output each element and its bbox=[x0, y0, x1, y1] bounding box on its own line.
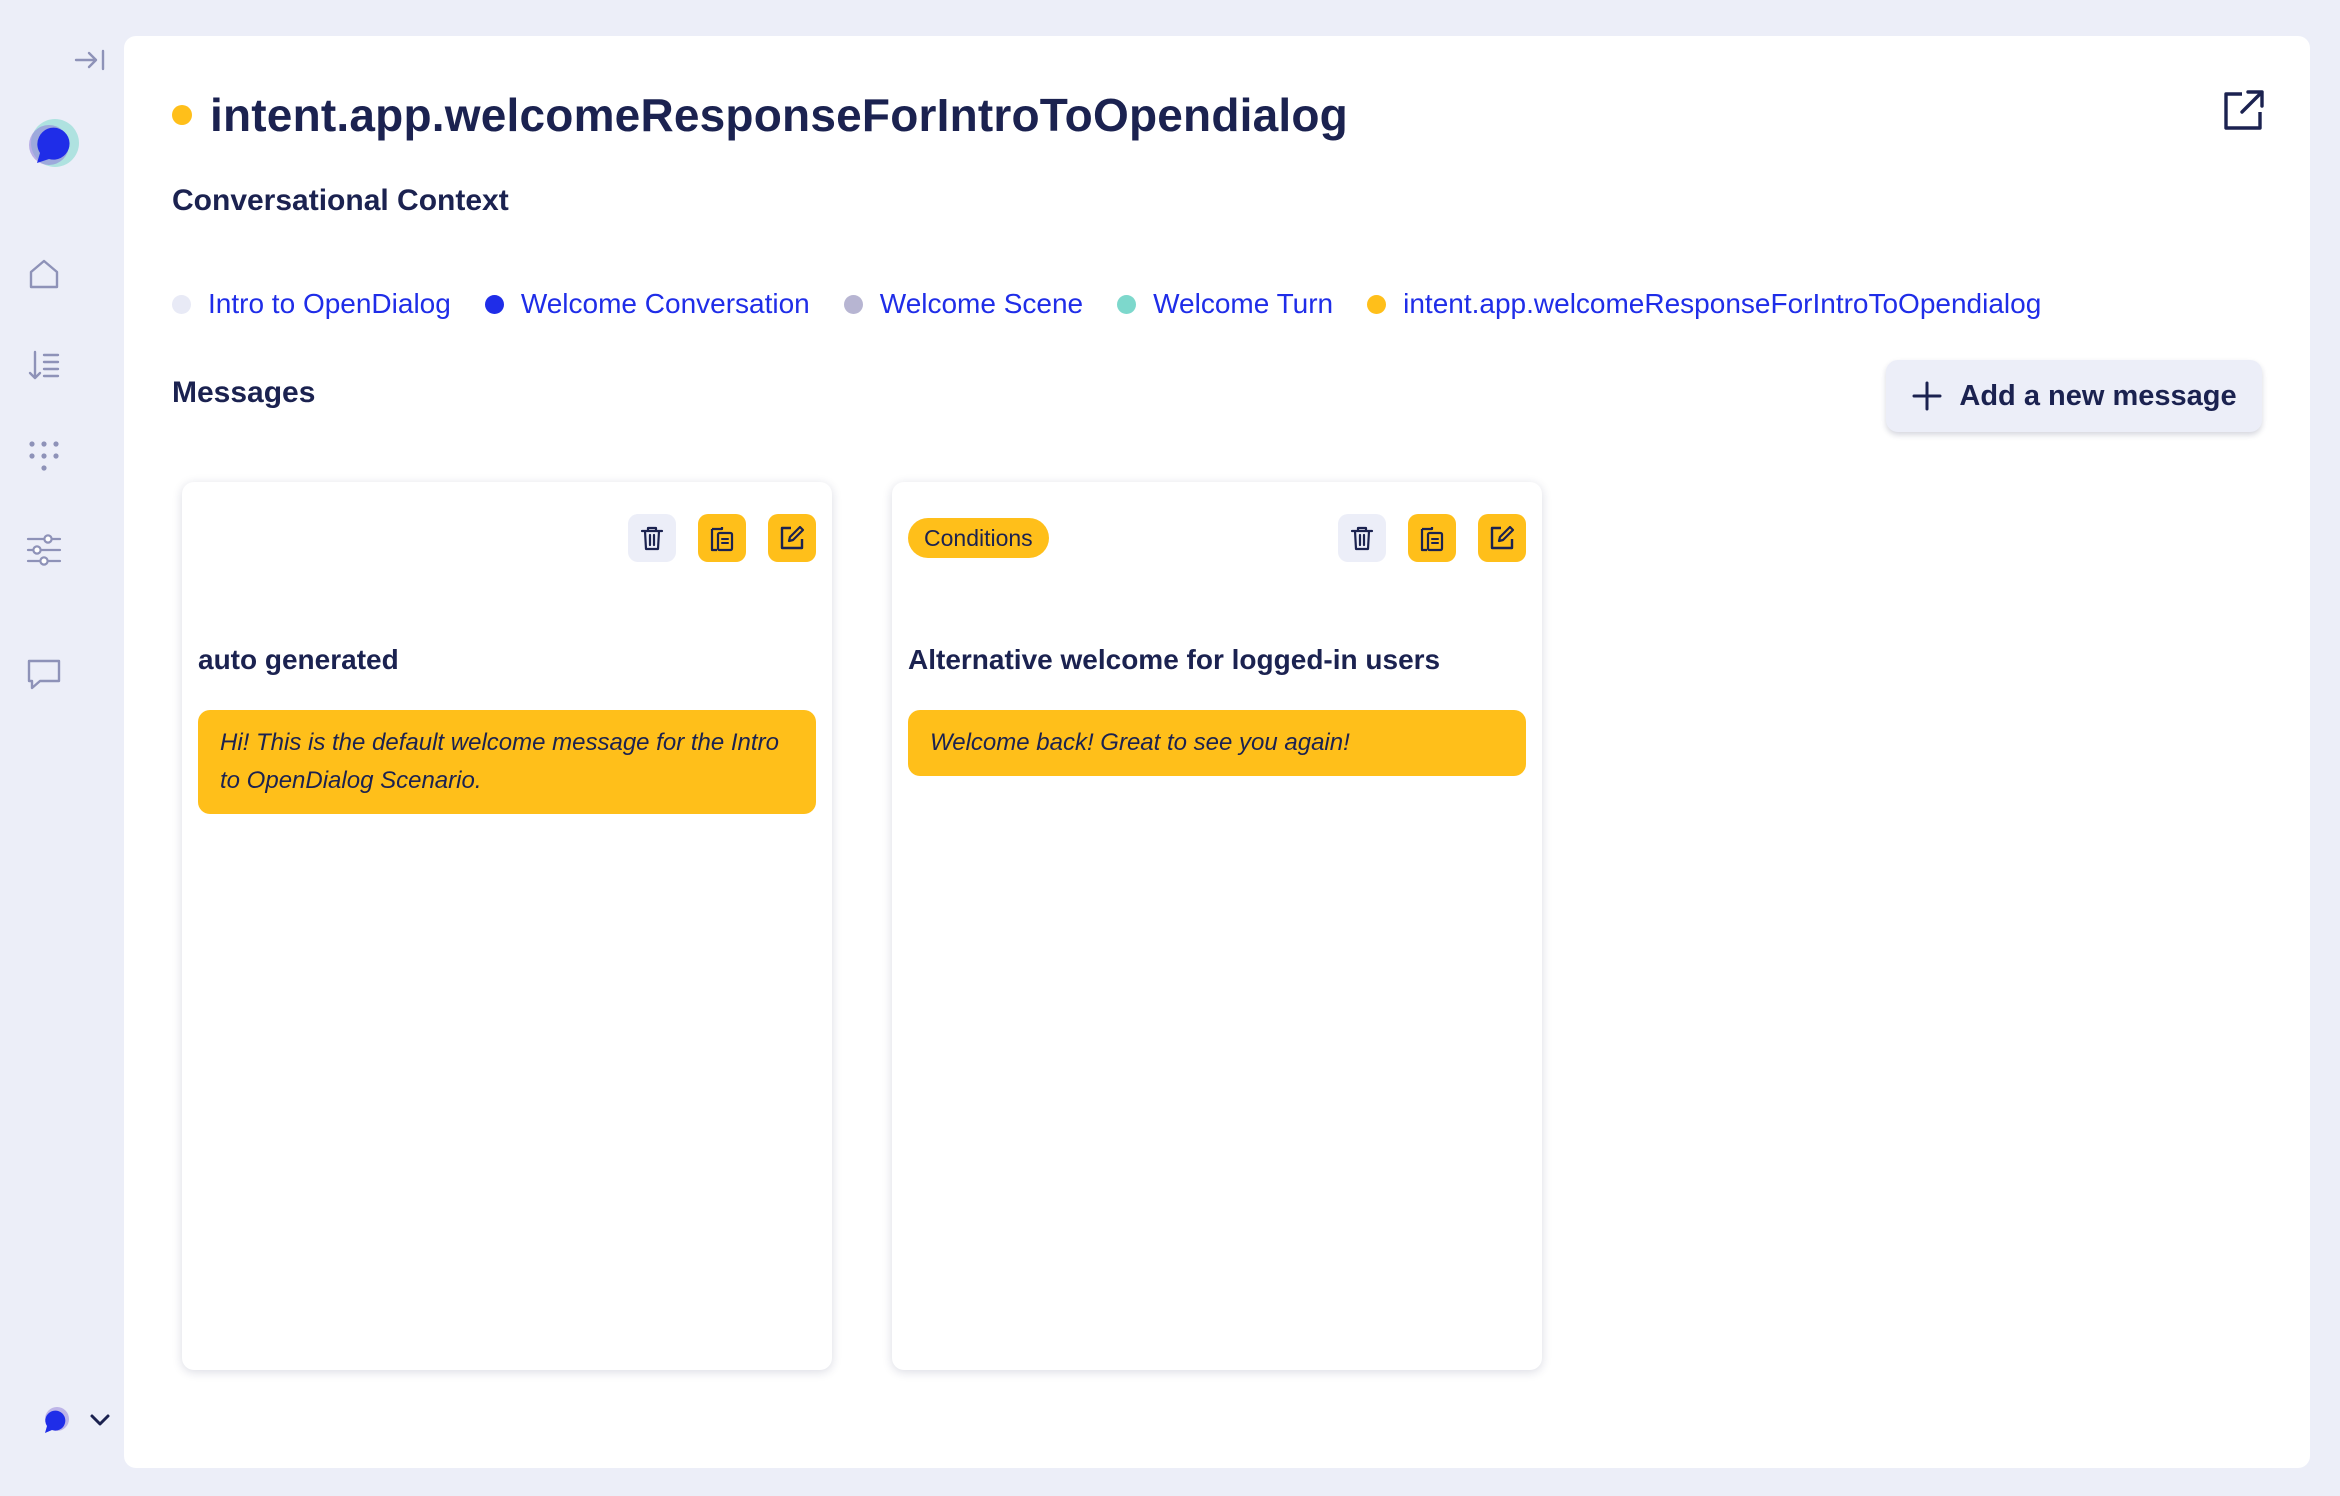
trash-icon bbox=[640, 526, 664, 551]
breadcrumb-turn[interactable]: Welcome Turn bbox=[1117, 288, 1333, 320]
breadcrumb: Intro to OpenDialog Welcome Conversation… bbox=[172, 288, 2075, 320]
opendialog-logo[interactable] bbox=[24, 112, 84, 172]
delete-button[interactable] bbox=[1338, 514, 1386, 562]
plus-icon bbox=[1912, 381, 1942, 411]
scenario-dot bbox=[172, 294, 191, 314]
message-bubble: Hi! This is the default welcome message … bbox=[198, 710, 816, 814]
edit-button[interactable] bbox=[1478, 514, 1526, 562]
chat-icon[interactable] bbox=[24, 654, 64, 694]
page-title: intent.app.welcomeResponseForIntroToOpen… bbox=[210, 89, 1348, 141]
edit-icon bbox=[1490, 525, 1515, 550]
main-panel: intent.app.welcomeResponseForIntroToOpen… bbox=[124, 36, 2310, 1468]
duplicate-button[interactable] bbox=[1408, 514, 1456, 562]
message-bubble: Welcome back! Great to see you again! bbox=[908, 710, 1526, 776]
conditions-badge[interactable]: Conditions bbox=[908, 518, 1049, 558]
turn-dot bbox=[1117, 294, 1137, 314]
copy-icon bbox=[710, 527, 734, 552]
workspace-logo[interactable] bbox=[38, 1402, 74, 1438]
intent-dot bbox=[1367, 294, 1387, 314]
edit-icon bbox=[780, 525, 805, 550]
breadcrumb-label: Intro to OpenDialog bbox=[208, 288, 451, 319]
breadcrumb-intent[interactable]: intent.app.welcomeResponseForIntroToOpen… bbox=[1367, 288, 2041, 320]
sort-list-icon[interactable] bbox=[24, 346, 64, 386]
messages-label: Messages bbox=[172, 376, 316, 409]
grid-dots-icon[interactable] bbox=[24, 436, 64, 476]
context-label: Conversational Context bbox=[172, 184, 509, 217]
duplicate-button[interactable] bbox=[698, 514, 746, 562]
breadcrumb-label: Welcome Conversation bbox=[520, 288, 810, 319]
scene-dot bbox=[843, 294, 863, 314]
chevron-down-icon[interactable] bbox=[86, 1406, 114, 1434]
status-dot bbox=[172, 105, 192, 125]
message-card: auto generated Hi! This is the default w… bbox=[182, 482, 832, 1370]
message-card: Conditions Alternative welcome for logge… bbox=[892, 482, 1542, 1370]
breadcrumb-scenario[interactable]: Intro to OpenDialog bbox=[172, 288, 451, 320]
breadcrumb-label: Welcome Turn bbox=[1153, 288, 1334, 319]
add-message-label: Add a new message bbox=[1959, 379, 2237, 412]
breadcrumb-scene[interactable]: Welcome Scene bbox=[843, 288, 1084, 320]
card-actions bbox=[1316, 514, 1526, 562]
page-header: intent.app.welcomeResponseForIntroToOpen… bbox=[172, 88, 1348, 142]
conversation-dot bbox=[484, 294, 504, 314]
copy-icon bbox=[1420, 527, 1444, 552]
trash-icon bbox=[1350, 526, 1374, 551]
delete-button[interactable] bbox=[628, 514, 676, 562]
home-icon[interactable] bbox=[24, 254, 64, 294]
breadcrumb-label: Welcome Scene bbox=[879, 288, 1084, 319]
message-name: Alternative welcome for logged-in users bbox=[908, 644, 1441, 675]
message-name: auto generated bbox=[198, 644, 399, 675]
add-message-button[interactable]: Add a new message bbox=[1886, 360, 2262, 432]
breadcrumb-conversation[interactable]: Welcome Conversation bbox=[484, 288, 810, 320]
breadcrumb-label: intent.app.welcomeResponseForIntroToOpen… bbox=[1403, 288, 2042, 319]
edit-button[interactable] bbox=[768, 514, 816, 562]
card-actions bbox=[606, 514, 816, 562]
collapse-sidebar-icon[interactable] bbox=[72, 44, 108, 76]
sidebar bbox=[0, 0, 122, 1496]
external-link-icon[interactable] bbox=[2222, 88, 2266, 132]
sliders-icon[interactable] bbox=[24, 530, 64, 570]
